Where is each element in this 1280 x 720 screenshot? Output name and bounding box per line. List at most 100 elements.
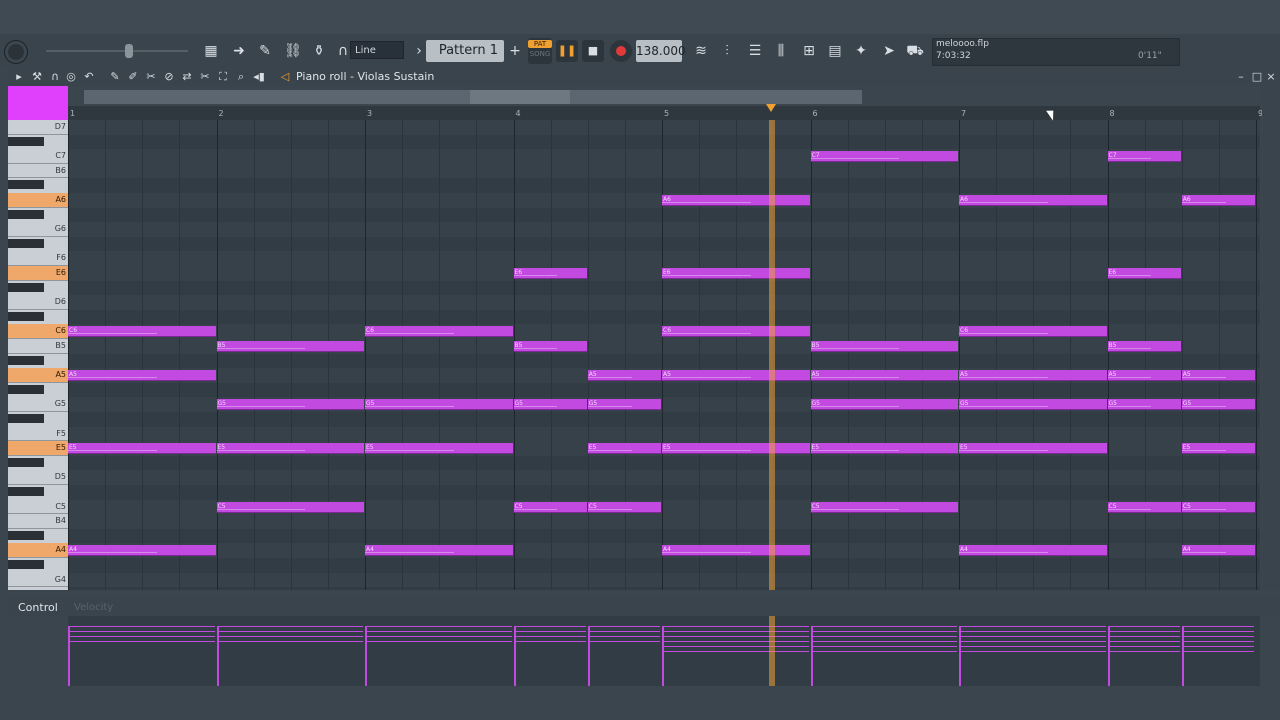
black-key[interactable] <box>8 282 44 292</box>
velocity-bar[interactable] <box>1181 646 1254 647</box>
undo-icon[interactable]: ↶ <box>82 70 96 84</box>
note[interactable]: A4 <box>959 545 1107 557</box>
vertical-scrollbar[interactable] <box>1262 86 1280 590</box>
black-key[interactable] <box>8 209 44 219</box>
velocity-bar[interactable] <box>365 631 512 632</box>
add-pattern-icon[interactable]: + <box>506 42 524 60</box>
velocity-stem[interactable] <box>216 626 219 686</box>
note[interactable]: A4 <box>662 545 810 557</box>
playlist-icon[interactable]: ☰ <box>746 42 764 60</box>
black-key[interactable] <box>8 414 44 423</box>
velocity-bar[interactable] <box>959 641 1106 642</box>
velocity-bar[interactable] <box>587 636 660 637</box>
velocity-bar[interactable] <box>365 626 512 627</box>
velocity-stem[interactable] <box>1181 626 1184 686</box>
velocity-lane[interactable] <box>68 616 1260 686</box>
black-key[interactable] <box>8 487 44 496</box>
velocity-bar[interactable] <box>216 626 363 627</box>
note[interactable]: G5 <box>216 399 364 411</box>
note[interactable]: A5 <box>662 370 810 382</box>
key-b4[interactable]: B4 <box>8 514 68 529</box>
key-a4[interactable]: A4 <box>8 543 68 558</box>
velocity-bar[interactable] <box>1107 636 1180 637</box>
velocity-bar[interactable] <box>959 651 1106 652</box>
note[interactable]: B5 <box>1107 341 1181 352</box>
velocity-stem[interactable] <box>959 626 961 686</box>
key-g5[interactable]: G5 <box>8 397 68 412</box>
record-button[interactable] <box>610 40 632 62</box>
pat-song-toggle[interactable]: PAT SONG <box>528 38 552 64</box>
velocity-stem[interactable] <box>513 626 516 686</box>
note[interactable]: A5 <box>587 370 661 382</box>
note[interactable]: G5 <box>513 399 587 411</box>
wrench-icon[interactable]: ⚒ <box>30 70 44 84</box>
velocity-bar[interactable] <box>513 636 586 637</box>
delete-icon[interactable]: ✂ <box>144 70 158 84</box>
note[interactable]: C6 <box>365 326 513 338</box>
black-key[interactable] <box>8 384 44 394</box>
velocity-bar[interactable] <box>959 631 1106 632</box>
velocity-bar[interactable] <box>365 641 512 642</box>
menu-arrow-icon[interactable]: ▸ <box>12 70 26 84</box>
note[interactable]: B5 <box>810 341 958 352</box>
velocity-bar[interactable] <box>662 641 809 642</box>
key-d6[interactable]: D6 <box>8 295 68 310</box>
note[interactable]: C7 <box>810 151 958 163</box>
snap-select[interactable]: Line <box>350 41 404 59</box>
playback-icon[interactable]: ◂▮ <box>252 70 266 84</box>
note[interactable]: A5 <box>1107 370 1181 382</box>
note[interactable]: A4 <box>1181 545 1255 557</box>
note[interactable]: C6 <box>959 326 1107 338</box>
note[interactable]: G5 <box>959 399 1107 411</box>
note[interactable]: G5 <box>1107 399 1181 411</box>
velocity-bar[interactable] <box>68 631 215 632</box>
velocity-bar[interactable] <box>810 641 957 642</box>
velocity-bar[interactable] <box>216 641 363 642</box>
key-c5[interactable]: C5 <box>8 500 68 515</box>
velocity-stem[interactable] <box>587 626 590 686</box>
velocity-bar[interactable] <box>959 646 1106 647</box>
key-g6[interactable]: G6 <box>8 222 68 237</box>
mixer-icon[interactable]: ⫼ <box>772 42 790 60</box>
loop-icon[interactable]: ◎ <box>64 70 78 84</box>
control-target[interactable]: Velocity <box>74 602 113 613</box>
key-e5[interactable]: E5 <box>8 441 68 456</box>
stamp-icon[interactable]: ⚱ <box>310 42 328 60</box>
velocity-bar[interactable] <box>1107 631 1180 632</box>
velocity-bar[interactable] <box>1107 626 1180 627</box>
key-c6[interactable]: C6 <box>8 324 68 339</box>
velocity-bar[interactable] <box>662 636 809 637</box>
note[interactable]: A4 <box>68 545 216 557</box>
note[interactable]: C5 <box>1107 501 1181 513</box>
pattern-selector[interactable]: Pattern 1 <box>426 40 504 62</box>
playhead-marker-icon[interactable] <box>766 104 776 112</box>
cart-icon[interactable]: ⛟ <box>906 42 924 60</box>
velocity-stem[interactable] <box>68 626 70 686</box>
velocity-bar[interactable] <box>662 651 809 652</box>
note[interactable]: A6 <box>662 195 810 206</box>
note[interactable]: C7 <box>1107 151 1181 163</box>
note[interactable]: E5 <box>216 443 364 455</box>
slip-icon[interactable]: ⇄ <box>180 70 194 84</box>
black-key[interactable] <box>8 311 44 321</box>
note[interactable]: A5 <box>68 370 216 382</box>
speaker-icon[interactable]: ◁ <box>278 70 292 84</box>
black-key[interactable] <box>8 355 44 365</box>
link-icon[interactable]: ⛓ <box>284 42 302 60</box>
velocity-stem[interactable] <box>810 626 813 686</box>
note[interactable]: C6 <box>68 326 216 338</box>
channel-rack-icon[interactable]: ⊞ <box>800 42 818 60</box>
note[interactable]: A6 <box>959 195 1107 206</box>
velocity-bar[interactable] <box>1181 626 1254 627</box>
black-key[interactable] <box>8 560 44 569</box>
velocity-bar[interactable] <box>662 626 809 627</box>
velocity-bar[interactable] <box>1107 646 1180 647</box>
black-key[interactable] <box>8 530 44 540</box>
master-pitch-slider-handle[interactable] <box>125 44 133 58</box>
velocity-bar[interactable] <box>513 641 586 642</box>
key-d5[interactable]: D5 <box>8 470 68 485</box>
velocity-bar[interactable] <box>68 641 215 642</box>
velocity-stem[interactable] <box>662 626 664 686</box>
black-key[interactable] <box>8 180 44 190</box>
plug-icon[interactable]: ➤ <box>880 42 898 60</box>
